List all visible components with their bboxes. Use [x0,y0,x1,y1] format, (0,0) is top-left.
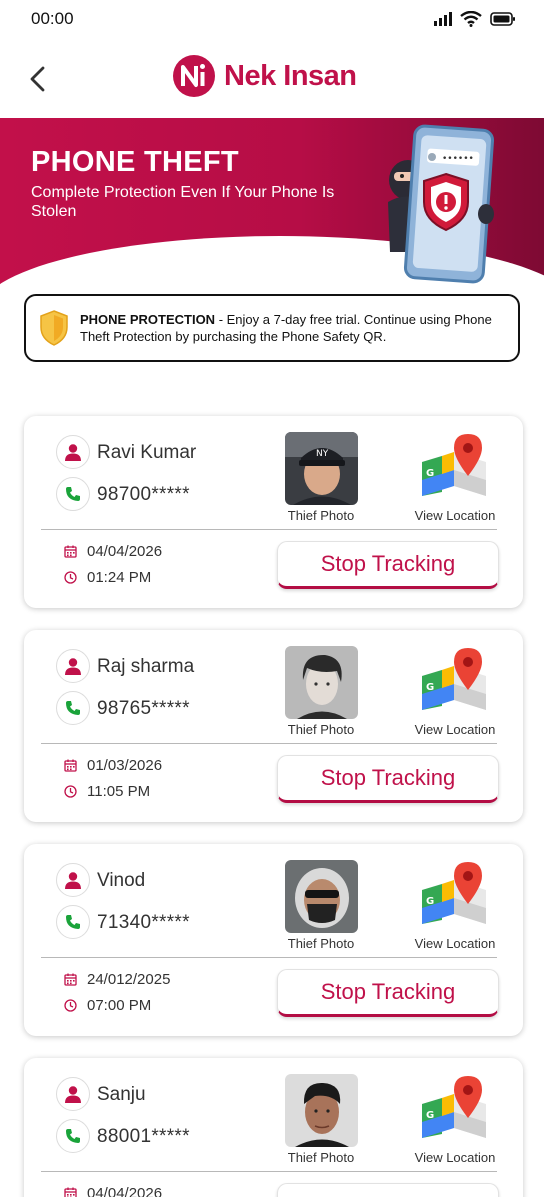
google-maps-icon[interactable]: G [418,860,488,930]
date-row: 04/04/2026 [64,1185,162,1197]
thief-photo-label: Thief Photo [287,1150,355,1165]
thief-photo[interactable]: NY [285,432,358,505]
hero-subtitle: Complete Protection Even If Your Phone I… [31,184,335,220]
user-name: Sanju [97,1084,146,1105]
user-icon [65,872,81,889]
brand-mark-icon [173,55,215,97]
phone-number: 88001***** [97,1126,190,1147]
tracking-card: Vinod 71340***** Thief Photo G View Loca… [24,844,523,1036]
promo-text: PHONE PROTECTION - Enjoy a 7-day free tr… [80,311,510,345]
user-name: Raj sharma [97,656,195,677]
calendar-icon [64,973,77,986]
stop-tracking-button[interactable]: Stop Tracking [277,969,499,1017]
user-name: Vinod [97,870,146,891]
chevron-left-icon [30,66,45,92]
clock-icon [64,571,77,584]
phone-number: 98700***** [97,484,190,505]
track-time: 11:05 PM [87,783,151,800]
phone-icon-wrapper [56,691,90,725]
track-time: 01:24 PM [87,569,152,586]
phone-icon [66,1129,80,1143]
calendar-icon [64,759,77,772]
stop-tracking-button[interactable]: Stop Tracking [277,755,499,803]
phone-icon [66,487,80,501]
status-time: 00:00 [31,9,74,28]
thief-photo[interactable] [285,1074,358,1147]
clock-icon [64,785,77,798]
time-row: 07:00 PM [64,997,151,1014]
calendar-icon [64,1187,77,1197]
brand-logo: Nek Insan [172,54,357,98]
track-date: 01/03/2026 [87,757,163,774]
status-bar: 00:00 [0,0,544,40]
tracking-card: Ravi Kumar 98700***** NY Thief Photo G V… [24,416,523,608]
phone-icon-wrapper [56,477,90,511]
promo-bold: PHONE PROTECTION [80,312,216,327]
divider [41,529,497,530]
thief-photo[interactable] [285,646,358,719]
svg-text:G: G [426,896,434,907]
divider [41,1171,497,1172]
user-icon [65,444,81,461]
svg-text:G: G [426,682,434,693]
signal-icon [434,12,452,26]
track-date: 04/04/2026 [87,543,163,560]
back-button[interactable] [24,62,52,94]
clock-icon [64,999,77,1012]
calendar-icon [64,545,77,558]
google-maps-icon[interactable]: G [418,1074,488,1144]
google-maps-icon[interactable]: G [418,646,488,716]
svg-text:NY: NY [316,449,329,459]
svg-text:••••••: •••••• [442,154,474,164]
phone-thief-illustration-icon: •••••• [388,124,495,284]
view-location-label[interactable]: View Location [410,936,500,951]
tracking-card: Raj sharma 98765***** Thief Photo G View… [24,630,523,822]
svg-text:G: G [426,1110,434,1121]
phone-icon-wrapper [56,1119,90,1153]
thief-photo-label: Thief Photo [287,508,355,523]
stop-tracking-button[interactable]: Stop Tracking [277,541,499,589]
status-icons [434,11,516,27]
stop-tracking-button[interactable]: Stop Tracking [277,1183,499,1197]
divider [41,743,497,744]
shield-icon [40,310,68,346]
hero-title: PHONE THEFT [31,146,239,178]
user-icon-wrapper [56,435,90,469]
user-icon-wrapper [56,863,90,897]
phone-icon [66,915,80,929]
phone-number: 98765***** [97,698,190,719]
phone-number: 71340***** [97,912,190,933]
thief-photo[interactable] [285,860,358,933]
thief-photo-label: Thief Photo [287,936,355,951]
view-location-label[interactable]: View Location [410,1150,500,1165]
track-date: 24/012/2025 [87,971,171,988]
brand-name: Nek Insan [224,59,357,92]
user-icon [65,1086,81,1103]
app-header: Nek Insan [0,40,544,118]
user-icon-wrapper [56,1077,90,1111]
track-date: 04/04/2026 [87,1185,163,1197]
phone-icon-wrapper [56,905,90,939]
view-location-label[interactable]: View Location [410,508,500,523]
divider [41,957,497,958]
phone-icon [66,701,80,715]
user-icon-wrapper [56,649,90,683]
google-maps-icon[interactable]: G [418,432,488,502]
date-row: 01/03/2026 [64,757,162,774]
wifi-icon [460,11,482,27]
promo-card: PHONE PROTECTION - Enjoy a 7-day free tr… [24,294,520,362]
thief-photo-label: Thief Photo [287,722,355,737]
battery-icon [490,12,515,26]
track-time: 07:00 PM [87,997,152,1014]
user-icon [65,658,81,675]
view-location-label[interactable]: View Location [410,722,500,737]
user-name: Ravi Kumar [97,442,197,463]
date-row: 04/04/2026 [64,543,162,560]
date-row: 24/012/2025 [64,971,170,988]
time-row: 01:24 PM [64,569,151,586]
tracking-card: Sanju 88001***** Thief Photo G View Loca… [24,1058,523,1197]
svg-text:G: G [426,468,434,479]
time-row: 11:05 PM [64,783,150,800]
